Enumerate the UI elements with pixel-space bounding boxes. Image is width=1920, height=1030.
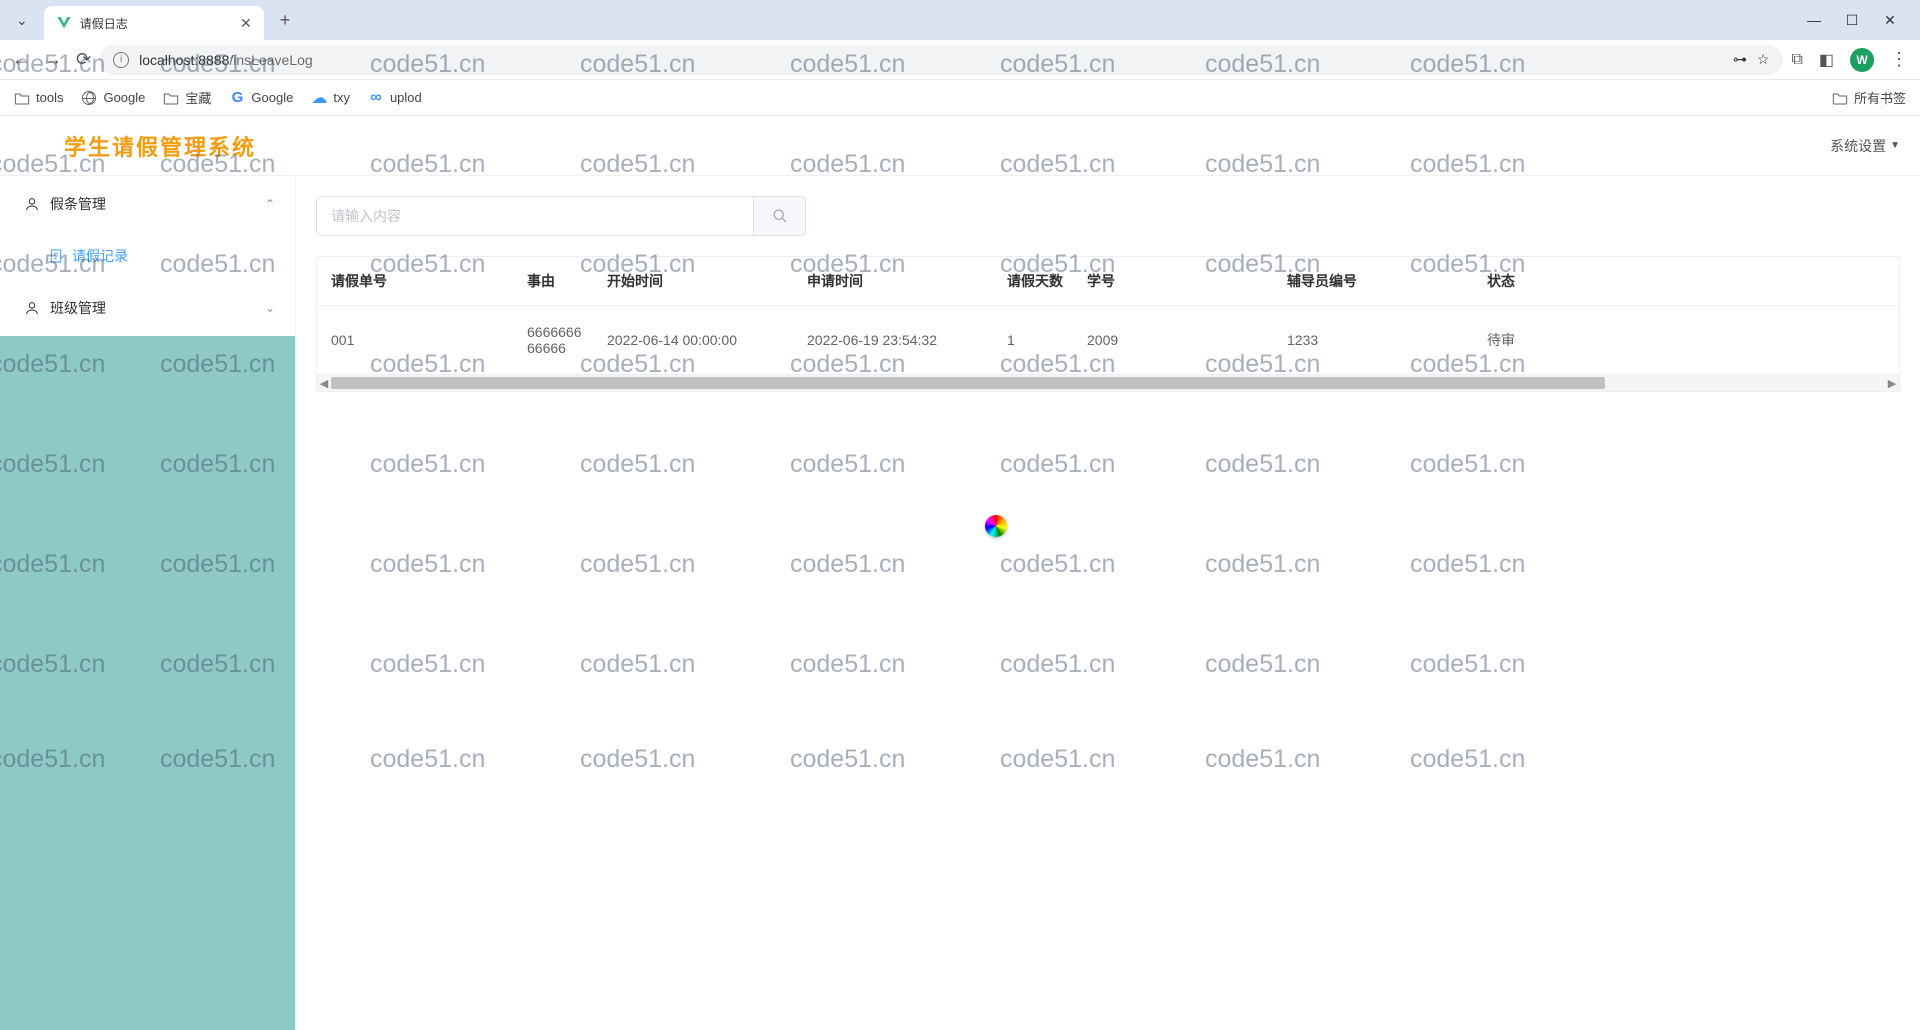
th-status: 状态 [1477, 257, 1899, 306]
site-info-icon[interactable]: i [113, 52, 129, 68]
chevron-up-icon: ⌃ [265, 197, 275, 211]
bookmark-label: 宝藏 [185, 88, 211, 107]
new-tab-button[interactable]: + [272, 10, 299, 31]
color-wheel-icon [985, 515, 1007, 537]
globe-icon [82, 91, 96, 105]
table-row[interactable]: 001 666666666666 2022-06-14 00:00:00 202… [317, 306, 1899, 375]
tab-search-button[interactable]: ⌄ [8, 8, 36, 33]
cell-days: 1 [997, 306, 1077, 375]
main-content: 请假单号 事由 开始时间 申请时间 请假天数 学号 辅导员编号 状态 001 6… [296, 176, 1920, 1030]
menu-leave-management[interactable]: 假条管理 ⌃ [0, 176, 295, 232]
bookmark-label: Google [103, 90, 145, 105]
leave-table: 请假单号 事由 开始时间 申请时间 请假天数 学号 辅导员编号 状态 001 6… [317, 257, 1899, 375]
bookmark-tools[interactable]: tools [14, 90, 63, 106]
user-icon [24, 196, 40, 212]
cell-sno: 2009 [1077, 306, 1277, 375]
bookmark-baozang[interactable]: 宝藏 [163, 88, 211, 107]
cloud-icon: ☁ [311, 90, 327, 106]
close-tab-icon[interactable]: ✕ [240, 15, 252, 32]
maximize-button[interactable]: ☐ [1842, 12, 1862, 29]
bookmark-google-1[interactable]: Google [81, 90, 145, 106]
menu-label: 假条管理 [50, 194, 106, 214]
table-header-row: 请假单号 事由 开始时间 申请时间 请假天数 学号 辅导员编号 状态 [317, 257, 1899, 306]
th-sno: 学号 [1077, 257, 1277, 306]
close-window-button[interactable]: ✕ [1880, 12, 1900, 29]
url-host: localhost:8888 [139, 52, 229, 68]
cell-apply: 2022-06-19 23:54:32 [797, 306, 997, 375]
th-id: 请假单号 [317, 257, 517, 306]
search-input[interactable] [316, 196, 754, 236]
cell-start: 2022-06-14 00:00:00 [597, 306, 797, 375]
bookmark-label: uplod [390, 90, 422, 105]
browser-tab[interactable]: 请假日志 ✕ [44, 6, 264, 40]
address-bar[interactable]: i localhost:8888/insLeaveLog ⊶ ☆ [99, 45, 1783, 75]
side-panel-icon[interactable]: ◧ [1819, 50, 1834, 70]
system-settings-label: 系统设置 [1830, 136, 1886, 156]
url-path: /insLeaveLog [229, 52, 312, 68]
scroll-left-icon[interactable]: ◀ [317, 377, 331, 390]
google-g-icon: G [229, 90, 245, 106]
user-icon [24, 300, 40, 316]
app-title: 学生请假管理系统 [20, 130, 256, 162]
bookmark-google-2[interactable]: G Google [229, 90, 293, 106]
chevron-down-icon: ▼ [1890, 140, 1900, 151]
profile-avatar[interactable]: W [1850, 48, 1874, 72]
th-apply: 申请时间 [797, 257, 997, 306]
reload-button[interactable]: ⟳ [76, 49, 91, 70]
menu-label: 班级管理 [50, 298, 106, 318]
scroll-right-icon[interactable]: ▶ [1885, 377, 1899, 390]
cell-id: 001 [317, 306, 517, 375]
th-reason: 事由 [517, 257, 597, 306]
tab-title: 请假日志 [80, 15, 232, 32]
table-container: 请假单号 事由 开始时间 申请时间 请假天数 学号 辅导员编号 状态 001 6… [316, 256, 1900, 392]
bookmark-txy[interactable]: ☁ txy [311, 90, 350, 106]
th-counselor: 辅导员编号 [1277, 257, 1477, 306]
bookmarks-bar: tools Google 宝藏 G Google ☁ txy ∞ uplod 所有书签 [0, 80, 1920, 116]
document-icon [48, 248, 64, 264]
extensions-icon[interactable]: ⧉ [1791, 51, 1802, 69]
all-bookmarks-button[interactable]: 所有书签 [1832, 88, 1906, 107]
browser-tab-strip: ⌄ 请假日志 ✕ + — ☐ ✕ [0, 0, 1920, 40]
th-start: 开始时间 [597, 257, 797, 306]
bookmark-label: txy [333, 90, 350, 105]
browser-menu-icon[interactable]: ⋮ [1890, 49, 1908, 70]
search-button[interactable] [754, 196, 806, 236]
scrollbar-thumb[interactable] [331, 377, 1605, 389]
url-text: localhost:8888/insLeaveLog [139, 52, 1723, 68]
bookmark-uplod[interactable]: ∞ uplod [368, 90, 422, 106]
submenu-label: 请假记录 [72, 246, 128, 266]
forward-button[interactable]: → [44, 49, 62, 70]
sidebar: 假条管理 ⌃ 请假记录 班级管理 ⌄ [0, 176, 296, 1030]
cell-status: 待审 [1477, 306, 1899, 375]
minimize-button[interactable]: — [1804, 12, 1824, 29]
bookmark-star-icon[interactable]: ☆ [1757, 51, 1770, 68]
infinity-icon: ∞ [368, 90, 384, 106]
address-bar-row: ← → ⟳ i localhost:8888/insLeaveLog ⊶ ☆ ⧉… [0, 40, 1920, 80]
password-key-icon[interactable]: ⊶ [1733, 51, 1747, 68]
submenu-leave-log[interactable]: 请假记录 [0, 232, 295, 280]
search-icon [772, 208, 788, 224]
bookmark-label: 所有书签 [1854, 88, 1906, 107]
horizontal-scrollbar[interactable]: ◀ ▶ [317, 375, 1899, 391]
window-controls: — ☐ ✕ [1792, 12, 1912, 29]
cell-reason: 666666666666 [517, 306, 597, 375]
vue-favicon-icon [56, 15, 72, 31]
system-settings-dropdown[interactable]: 系统设置 ▼ [1830, 136, 1900, 156]
bookmark-label: Google [251, 90, 293, 105]
app-header: 学生请假管理系统 系统设置 ▼ [0, 116, 1920, 176]
menu-class-management[interactable]: 班级管理 ⌄ [0, 280, 295, 336]
cell-counselor: 1233 [1277, 306, 1477, 375]
bookmark-label: tools [36, 90, 63, 105]
th-days: 请假天数 [997, 257, 1077, 306]
chevron-down-icon: ⌄ [265, 301, 275, 315]
back-button[interactable]: ← [12, 49, 30, 70]
